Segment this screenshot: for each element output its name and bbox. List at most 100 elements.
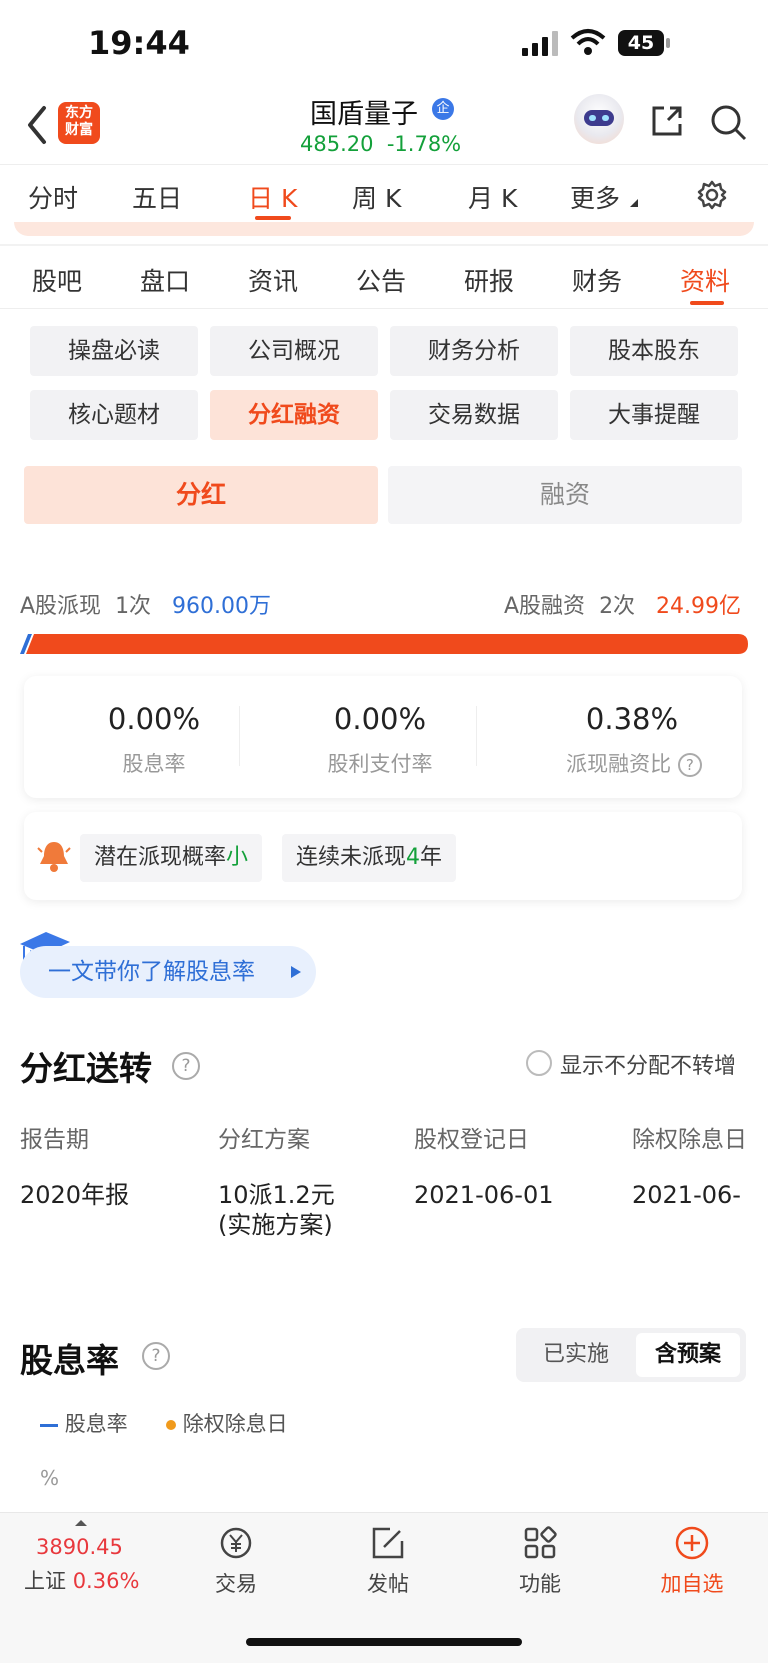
index-value[interactable]: 3890.45 — [36, 1535, 123, 1559]
eastmoney-logo: 东方 财富 — [58, 102, 100, 144]
tag-no-dividend-years-value: 4 — [406, 845, 421, 870]
tag-dividend-probability: 潜在派现概率小 — [80, 834, 263, 882]
tab-announcements[interactable]: 公告 — [356, 262, 406, 298]
search-icon[interactable] — [708, 102, 748, 142]
nav-add-watchlist-label: 加自选 — [660, 1572, 724, 1596]
chart-area-edge — [14, 222, 754, 236]
nav-trade[interactable]: 交易 — [186, 1523, 286, 1598]
help-icon[interactable]: ? — [142, 1342, 170, 1370]
cell-period: 2020年报 — [20, 1181, 130, 1209]
toggle-with-proposal[interactable]: 含预案 — [636, 1333, 740, 1377]
chip-financial-analysis[interactable]: 财务分析 — [390, 326, 558, 376]
tab-profile[interactable]: 资料 — [680, 262, 730, 298]
tag-no-dividend-years: 连续未派现4年 — [282, 834, 457, 882]
financing-summary: A股融资 2次 24.99亿 — [504, 588, 741, 620]
help-icon[interactable]: ? — [172, 1052, 200, 1080]
battery-level: 45 — [627, 32, 655, 54]
battery-tip — [666, 38, 670, 48]
yield-axis-unit: % — [40, 1466, 60, 1490]
column-header-ex-date: 除权除息日 — [632, 1127, 747, 1153]
chip-trading-data[interactable]: 交易数据 — [390, 390, 558, 440]
cell-record-date: 2021-06-01 — [414, 1181, 554, 1209]
legend-dot-swatch — [166, 1420, 176, 1430]
home-indicator — [246, 1638, 522, 1646]
dividend-financing-ratio-label-wrap: 派现融资比 ? — [514, 748, 754, 778]
chip-company-overview[interactable]: 公司概况 — [210, 326, 378, 376]
back-arrow-icon[interactable] — [22, 100, 52, 150]
toggle-implemented[interactable]: 已实施 — [522, 1333, 630, 1377]
edit-icon — [372, 1527, 404, 1559]
learn-link-text: 一文带你了解股息率 — [48, 959, 255, 985]
share-icon[interactable] — [648, 102, 686, 140]
column-header-period: 报告期 — [20, 1127, 89, 1153]
nav-post[interactable]: 发帖 — [338, 1523, 438, 1598]
tag-dividend-probability-value: 小 — [226, 845, 249, 870]
tab-more[interactable]: 更多 — [570, 179, 638, 215]
metric-divider — [239, 706, 240, 766]
kline-tab-indicator — [255, 216, 291, 220]
tab-more-label: 更多 — [570, 184, 621, 213]
assistant-robot-icon[interactable] — [574, 94, 624, 144]
dividend-metrics-card: 0.00% 股息率 0.00% 股利支付率 0.38% 派现融资比 ? — [24, 676, 742, 798]
dividend-yield-value: 0.00% — [107, 702, 201, 736]
legend-yield: 股息率 — [40, 1408, 128, 1438]
show-no-dividend-label[interactable]: 显示不分配不转增 — [560, 1048, 736, 1080]
stock-price: 485.20 — [300, 132, 374, 156]
play-triangle-icon — [291, 966, 301, 978]
index-change: 0.36% — [72, 1569, 140, 1593]
yield-section-title: 股息率 — [20, 1341, 119, 1380]
financing-total: 24.99亿 — [656, 594, 742, 619]
nav-functions-label: 功能 — [519, 1572, 561, 1596]
tab-guba[interactable]: 股吧 — [32, 262, 82, 298]
chip-core-themes[interactable]: 核心题材 — [30, 390, 198, 440]
learn-dividend-yield-link[interactable]: 一文带你了解股息率 — [20, 946, 316, 998]
financing-count: 2次 — [599, 594, 636, 619]
nav-add-watchlist[interactable]: 加自选 — [642, 1523, 742, 1598]
stock-header: 东方 财富 国盾量子 企 485.20 -1.78% — [0, 88, 768, 164]
tab-research[interactable]: 研报 — [464, 262, 514, 298]
yuan-circle-icon — [220, 1527, 252, 1559]
tag-no-dividend-years-unit: 年 — [420, 845, 443, 870]
gear-icon[interactable] — [696, 179, 728, 211]
financing-summary-label: A股融资 — [504, 594, 586, 619]
tab-pankou[interactable]: 盘口 — [140, 262, 190, 298]
tab-finance[interactable]: 财务 — [572, 262, 622, 298]
status-bar: 19:44 45 — [0, 0, 768, 90]
nav-functions[interactable]: 功能 — [490, 1523, 590, 1598]
index-summary[interactable]: 上证 0.36% — [24, 1565, 139, 1595]
stock-name[interactable]: 国盾量子 — [310, 92, 418, 131]
chip-major-events[interactable]: 大事提醒 — [570, 390, 738, 440]
tab-intraday[interactable]: 分时 — [28, 179, 78, 215]
grid-icon — [524, 1526, 557, 1559]
payout-financing-bar — [20, 634, 748, 654]
column-header-plan: 分红方案 — [218, 1127, 310, 1153]
payout-ratio-label: 股利支付率 — [327, 752, 433, 776]
stock-change: -1.78% — [386, 132, 462, 156]
chip-dividend-financing[interactable]: 分红融资 — [210, 390, 378, 440]
metric-divider — [476, 706, 477, 766]
tab-five-day[interactable]: 五日 — [132, 179, 182, 215]
tab-daily-k[interactable]: 日 K — [248, 179, 297, 215]
segment-financing[interactable]: 融资 — [388, 466, 742, 524]
dividend-count: 1次 — [115, 594, 152, 619]
tab-weekly-k[interactable]: 周 K — [352, 179, 401, 215]
kline-tabs: 分时 五日 日 K 周 K 月 K 更多 — [0, 164, 768, 225]
tab-monthly-k[interactable]: 月 K — [468, 179, 517, 215]
show-no-dividend-radio[interactable] — [526, 1050, 552, 1076]
signal-icon — [522, 31, 558, 56]
cell-plan: 10派1.2元 (实施方案) — [218, 1180, 335, 1240]
legend-yield-label: 股息率 — [64, 1412, 128, 1436]
segment-dividend[interactable]: 分红 — [24, 466, 378, 524]
nav-trade-label: 交易 — [215, 1572, 257, 1596]
chip-shareholders[interactable]: 股本股东 — [570, 326, 738, 376]
expand-up-icon[interactable] — [74, 1519, 88, 1527]
bell-icon — [37, 842, 71, 872]
price-line: 485.20 -1.78% — [300, 132, 461, 156]
logo-line-2: 财富 — [65, 122, 93, 138]
logo-line-1: 东方 — [65, 105, 93, 121]
main-tab-indicator — [690, 301, 724, 305]
legend-ex-date-label: 除权除息日 — [182, 1412, 288, 1436]
tab-news[interactable]: 资讯 — [248, 262, 298, 298]
help-icon[interactable]: ? — [677, 753, 702, 777]
chip-must-read[interactable]: 操盘必读 — [30, 326, 198, 376]
